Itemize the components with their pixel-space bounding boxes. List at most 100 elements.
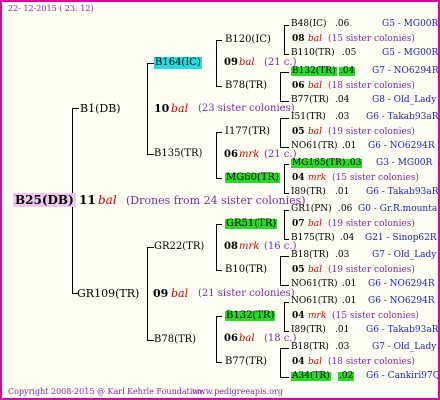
gen4-code: G6 - NO6294R [368, 141, 435, 151]
copyright-text: Copyright 2008-2015 @ Karl Kehrle Founda… [8, 387, 205, 396]
gen4-mating: mrk [308, 173, 327, 183]
gen1-gen-number: 09 [153, 287, 169, 300]
gen4-id: GR1(PN) [291, 204, 332, 214]
connector [284, 302, 289, 303]
gen2-mating: bal [239, 333, 255, 344]
node-gen2: B164(IC) [154, 57, 202, 69]
gen4-mating: bal [308, 127, 323, 137]
connector [147, 63, 148, 155]
gen4-gen-number: 05 [292, 127, 305, 137]
connector [284, 164, 285, 194]
connector [216, 178, 222, 179]
gen4-id: B48(IC) [291, 19, 327, 29]
gen4-id: B110(TR) [291, 48, 335, 58]
gen4-id: NO61(TR) [291, 296, 338, 306]
date-stamp: 22- 12-2015 ( 23: 12) [8, 4, 94, 13]
root-queen: B25(DB) [13, 193, 76, 207]
gen4-code: G5 - MG00R [382, 19, 439, 29]
gen4-code: G21 - Sinop62R [365, 233, 437, 243]
root-gen-number: 11 [79, 193, 96, 207]
gen4-id: I51(TR) [291, 112, 326, 122]
gen4-id: I89(TR) [291, 187, 326, 197]
connector [280, 72, 281, 102]
gen4-code: G7 - Old_Lady [372, 342, 437, 352]
connector [280, 256, 289, 257]
gen2-mating: bal [239, 57, 255, 68]
gen4-num: .04 [335, 95, 350, 105]
connector [284, 331, 289, 332]
node-gen3: GR51(TR) [225, 218, 278, 229]
node-gen2: B78(TR) [154, 334, 197, 345]
gen4-num: .05 [342, 48, 357, 58]
node-gen3: I177(TR) [225, 126, 271, 137]
gen4-id: B18(TR) [291, 250, 329, 260]
gen4-num: .01 [335, 187, 350, 197]
connector [147, 63, 154, 64]
gen4-gen-number: 05 [292, 265, 305, 275]
gen4-gen-number: 06 [292, 81, 305, 91]
gen4-num: .04 [339, 66, 356, 76]
gen2-gen-number: 06 [224, 149, 238, 160]
connector [280, 118, 281, 148]
site-link[interactable]: www.pedigreeapis.org [192, 388, 283, 396]
root-note: (Drones from 24 sister colonies) [126, 194, 306, 207]
gen4-mating: bal [308, 265, 323, 275]
gen4-note: (15 sister colonies) [328, 34, 415, 44]
connector [216, 224, 217, 271]
node-gen3: B120(IC) [225, 34, 271, 45]
node-gen2: GR22(TR) [154, 241, 205, 252]
connector [284, 25, 289, 26]
gen4-id: NO61(TR) [291, 141, 338, 151]
gen4-mating: bal [308, 81, 323, 91]
gen1-mating: bal [171, 102, 189, 115]
gen4-code: G7 - Old_Lady [372, 250, 437, 260]
gen4-gen-number: 07 [292, 219, 305, 229]
connector [284, 25, 285, 55]
gen4-num: .02 [338, 371, 355, 381]
gen1-gen-number: 10 [154, 102, 170, 115]
gen1-mating: bal [171, 287, 189, 300]
gen4-note: (19 sister colonies) [328, 127, 415, 137]
root-mating: bal [98, 193, 117, 207]
gen4-gen-number: 08 [292, 34, 305, 44]
connector [216, 86, 222, 87]
gen4-num: .01 [342, 141, 357, 151]
connector [147, 154, 154, 155]
connector [284, 164, 289, 165]
connector [280, 72, 289, 73]
connector [280, 348, 281, 378]
gen2-mating: mrk [239, 241, 260, 252]
gen4-id: A34(TR) [291, 371, 331, 381]
gen4-num: .06 [335, 19, 350, 29]
connector [147, 247, 154, 248]
gen4-num: .04 [340, 233, 355, 243]
connector [216, 316, 222, 317]
connector [216, 40, 222, 41]
gen4-id: NO61(TR) [291, 279, 338, 289]
gen4-note: (15 sister colonies) [332, 311, 419, 321]
gen4-num: .03 [335, 250, 350, 260]
connector [280, 256, 281, 286]
node-gen3: MG60(TR) [225, 172, 280, 183]
gen4-note: (18 sister colonies) [328, 81, 415, 91]
gen4-num: .01 [342, 279, 357, 289]
node-gen3: B78(TR) [225, 80, 268, 91]
gen4-gen-number: 04 [292, 311, 305, 321]
connector [280, 377, 289, 378]
node-gen2: B135(TR) [154, 148, 203, 159]
connector [284, 239, 289, 240]
node-gen3: B10(TR) [225, 264, 268, 275]
connector [216, 132, 222, 133]
connector [216, 224, 222, 225]
gen4-mating: bal [308, 357, 323, 367]
gen4-gen-number: 04 [292, 173, 305, 183]
gen1-note: (21 sister colonies) [198, 288, 295, 299]
gen4-mating: mrk [308, 311, 327, 321]
connector [216, 40, 217, 87]
connector [284, 54, 289, 55]
gen4-note: (15 sister colonies) [332, 173, 419, 183]
gen4-num: .06 [338, 204, 353, 214]
gen4-num: .01 [342, 296, 357, 306]
connector [216, 270, 222, 271]
connector [280, 348, 289, 349]
